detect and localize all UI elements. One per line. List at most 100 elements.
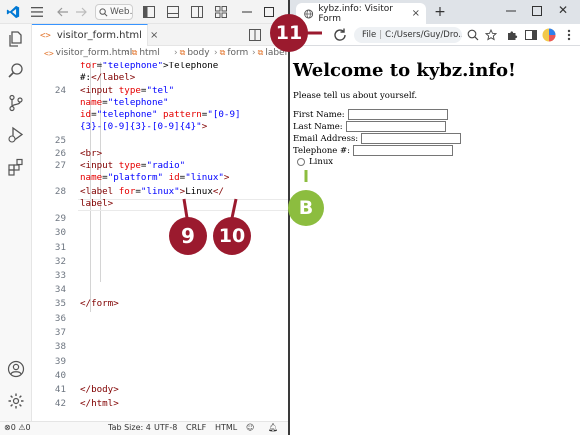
code-text: {3}-[0-9]{3}-[0-9]{4}"> <box>80 121 207 133</box>
explorer-icon[interactable] <box>5 28 27 50</box>
run-debug-icon[interactable] <box>5 124 27 146</box>
code-line[interactable]: #:</label> <box>32 72 288 84</box>
code-line[interactable]: 40 <box>32 370 288 382</box>
html-file-icon: <> <box>44 48 54 58</box>
side-panel-icon[interactable] <box>524 28 538 42</box>
line-number: 25 <box>54 135 66 146</box>
code-line[interactable]: 32 <box>32 256 288 268</box>
code-line[interactable]: {3}-[0-9]{3}-[0-9]{4}"> <box>32 121 288 133</box>
breadcrumb-form[interactable]: › ⧉ form <box>212 48 248 58</box>
code-token: label> <box>80 198 114 209</box>
code-token: for <box>118 186 136 197</box>
browser-tab[interactable]: kybz.info: Visitor Form × <box>296 3 426 24</box>
code-token: "radio" <box>146 160 186 171</box>
code-line[interactable]: 42 </html> <box>32 398 288 410</box>
code-line[interactable]: 25 <box>32 135 288 147</box>
maximize-icon[interactable] <box>530 3 544 17</box>
code-line[interactable]: 26 <br> <box>32 148 288 160</box>
search-icon[interactable] <box>5 60 27 82</box>
warning-icon: ⚠ <box>18 423 26 432</box>
extensions-icon[interactable] <box>5 156 27 178</box>
code-token: "linux" <box>185 172 224 183</box>
code-token: name <box>80 172 103 183</box>
element-icon: ⧉ <box>179 48 186 57</box>
profile-avatar-icon[interactable] <box>542 28 556 42</box>
code-line[interactable]: name="telephone" <box>32 97 288 109</box>
code-token: "tel" <box>146 85 175 96</box>
accounts-icon[interactable] <box>5 358 27 380</box>
code-line[interactable]: for="telephone">Telephone <box>32 62 288 72</box>
split-editor-icon[interactable] <box>248 27 262 43</box>
code-text: #:</label> <box>80 72 135 84</box>
last-name-input[interactable] <box>345 121 446 132</box>
code-line[interactable]: 33 <box>32 270 288 282</box>
code-line[interactable]: 28 <label for="linux">Linux</ <box>32 186 288 198</box>
line-number: 38 <box>54 341 66 352</box>
breadcrumb-body[interactable]: › ⧉ body <box>172 48 210 58</box>
customize-layout-icon[interactable] <box>214 4 228 20</box>
notifications-bell-icon[interactable]: 🔔︎ <box>268 423 278 432</box>
language-status[interactable]: HTML <box>215 423 237 432</box>
code-line[interactable]: 34 <box>32 284 288 296</box>
settings-gear-icon[interactable] <box>5 390 27 412</box>
email-input[interactable] <box>361 133 462 144</box>
maximize-icon[interactable] <box>262 4 276 20</box>
code-line[interactable]: label> <box>32 198 288 210</box>
first-name-input[interactable] <box>347 109 448 120</box>
tab-visitor-form[interactable]: <> visitor_form.html × <box>32 24 158 46</box>
encoding-status[interactable]: UTF-8 <box>154 423 177 432</box>
code-line[interactable]: 36 <box>32 313 288 325</box>
linux-radio[interactable] <box>297 158 305 166</box>
code-text: <label for="linux">Linux</ <box>80 186 224 198</box>
code-token: <label <box>80 186 114 197</box>
back-arrow-icon[interactable] <box>56 4 70 20</box>
breadcrumb-file[interactable]: <> visitor_form.html <box>44 48 132 58</box>
eol-status[interactable]: CRLF <box>186 423 206 432</box>
code-line[interactable]: 38 <box>32 341 288 353</box>
code-line[interactable]: 31 <box>32 242 288 254</box>
close-window-icon[interactable]: ✕ <box>556 3 570 17</box>
code-line[interactable]: 41 </body> <box>32 384 288 396</box>
extensions-puzzle-icon[interactable] <box>505 28 519 42</box>
code-line[interactable]: 24 <input type="tel" <box>32 85 288 97</box>
tab-size-status[interactable]: Tab Size: 4 <box>108 423 151 432</box>
feedback-icon[interactable]: ☺ <box>246 423 254 432</box>
url-scheme-label: File <box>362 30 377 40</box>
callout-10-badge: 10 <box>213 217 251 255</box>
toggle-sidebar-icon[interactable] <box>142 4 156 20</box>
search-icon <box>99 7 108 16</box>
code-token: </ <box>212 186 224 197</box>
source-control-icon[interactable] <box>5 92 27 114</box>
browser-menu-icon[interactable] <box>562 28 576 42</box>
code-line[interactable]: 39 <box>32 356 288 368</box>
chevron-right-icon: › <box>252 48 256 58</box>
code-line[interactable]: name="platform" id="linux"> <box>32 172 288 184</box>
code-token: "telephone" <box>107 97 169 108</box>
address-bar[interactable]: File | C:/Users/Guy/Dro... <box>354 27 462 43</box>
breadcrumb-html[interactable]: › ⧉ html <box>124 48 160 58</box>
hamburger-menu-icon[interactable] <box>29 4 45 20</box>
close-tab-icon[interactable]: × <box>150 30 158 41</box>
minimize-icon[interactable] <box>504 3 518 17</box>
code-line[interactable]: id="telephone" pattern="[0-9] <box>32 109 288 121</box>
forward-arrow-icon[interactable] <box>74 4 88 20</box>
line-number: 39 <box>54 356 66 367</box>
toggle-panel-icon[interactable] <box>166 4 180 20</box>
reload-icon[interactable] <box>332 27 348 43</box>
code-line[interactable]: 29 <box>32 213 288 225</box>
code-line[interactable]: 37 <box>32 327 288 339</box>
new-tab-button[interactable]: + <box>432 4 448 20</box>
command-center-text: Web... <box>110 7 133 17</box>
command-center-search[interactable]: Web... <box>95 4 133 20</box>
code-line[interactable]: 27 <input type="radio" <box>32 160 288 172</box>
close-tab-icon[interactable]: × <box>412 8 420 19</box>
zoom-icon[interactable] <box>466 28 480 42</box>
minimize-icon[interactable] <box>240 4 254 20</box>
problems-indicator[interactable]: ⊗0 ⚠0 <box>4 423 31 432</box>
telephone-input[interactable] <box>353 145 454 156</box>
code-token: <br> <box>80 148 103 159</box>
bookmark-star-icon[interactable] <box>484 28 498 42</box>
toggle-secondary-sidebar-icon[interactable] <box>190 4 204 20</box>
linux-radio-label[interactable]: Linux <box>309 157 333 167</box>
code-line[interactable]: 35 </form> <box>32 298 288 310</box>
